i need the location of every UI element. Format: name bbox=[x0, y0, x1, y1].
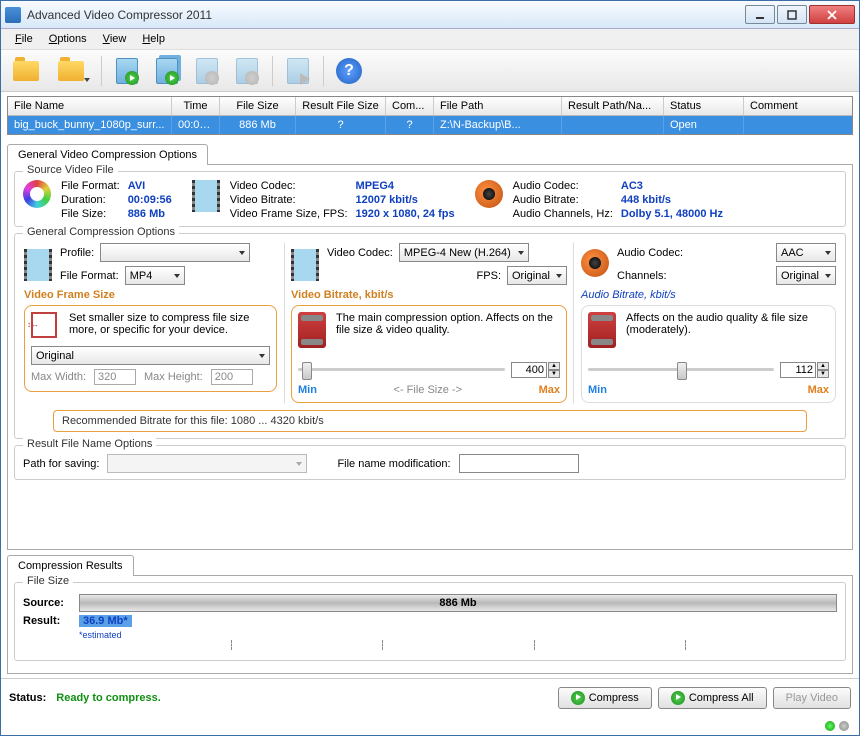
play-icon bbox=[671, 691, 685, 705]
open-folder-button[interactable] bbox=[47, 53, 95, 89]
max-width-input[interactable]: 320 bbox=[94, 369, 136, 385]
open-file-button[interactable] bbox=[7, 53, 45, 89]
col-comp[interactable]: Com... bbox=[386, 97, 434, 115]
acodec-combo[interactable]: AAC bbox=[776, 243, 836, 262]
resize-icon bbox=[31, 312, 61, 338]
format-combo[interactable]: MP4 bbox=[125, 266, 185, 285]
audio-bitrate-input[interactable]: ▲▼ bbox=[780, 362, 829, 378]
abr-title: Audio Bitrate, kbit/s bbox=[581, 289, 836, 301]
status-leds bbox=[1, 717, 859, 735]
maximize-button[interactable] bbox=[777, 5, 807, 24]
titlebar: Advanced Video Compressor 2011 bbox=[1, 1, 859, 29]
profile-combo[interactable] bbox=[100, 243, 250, 262]
col-comment[interactable]: Comment bbox=[744, 97, 852, 115]
audio-bitrate-slider[interactable] bbox=[588, 360, 774, 380]
menu-view[interactable]: View bbox=[95, 31, 135, 47]
led-green-icon bbox=[825, 721, 835, 731]
status-text: Ready to compress. bbox=[56, 692, 161, 704]
window-title: Advanced Video Compressor 2011 bbox=[27, 8, 745, 22]
compress-button[interactable] bbox=[108, 53, 146, 89]
clamp-icon bbox=[298, 312, 328, 348]
play-icon bbox=[571, 691, 585, 705]
group-result-filename: Result File Name Options Path for saving… bbox=[14, 445, 846, 480]
film-icon bbox=[24, 249, 54, 279]
play-video-button: Play Video bbox=[773, 687, 851, 709]
col-filename[interactable]: File Name bbox=[8, 97, 172, 115]
col-rpath[interactable]: Result Path/Na... bbox=[562, 97, 664, 115]
stop-button bbox=[228, 53, 266, 89]
video-bitrate-slider[interactable] bbox=[298, 360, 505, 380]
max-height-input[interactable]: 200 bbox=[211, 369, 253, 385]
status-bar: Status: Ready to compress. Compress Comp… bbox=[1, 678, 859, 717]
compress-all-button[interactable]: Compress All bbox=[658, 687, 767, 709]
table-row[interactable]: big_buck_bunny_1080p_surr... 00:09... 88… bbox=[8, 116, 852, 134]
close-button[interactable] bbox=[809, 5, 855, 24]
compress-all-button[interactable] bbox=[148, 53, 186, 89]
col-status[interactable]: Status bbox=[664, 97, 744, 115]
help-button[interactable]: ? bbox=[330, 53, 368, 89]
fps-combo[interactable]: Original bbox=[507, 266, 567, 285]
app-icon bbox=[5, 7, 21, 23]
col-rsize[interactable]: Result File Size bbox=[296, 97, 386, 115]
menu-file[interactable]: File bbox=[7, 31, 41, 47]
tab-general[interactable]: General Video Compression Options bbox=[7, 144, 208, 165]
col-time[interactable]: Time bbox=[172, 97, 220, 115]
menu-help[interactable]: Help bbox=[134, 31, 173, 47]
pause-button bbox=[188, 53, 226, 89]
source-size-bar: 886 Mb bbox=[79, 594, 837, 612]
film-icon bbox=[192, 180, 222, 210]
save-path-combo[interactable] bbox=[107, 454, 307, 473]
result-size-value: 36.9 Mb* bbox=[79, 615, 132, 627]
tab-results[interactable]: Compression Results bbox=[7, 555, 134, 576]
speaker-icon bbox=[475, 180, 505, 210]
file-grid: File Name Time File Size Result File Siz… bbox=[7, 96, 853, 135]
recommended-bitrate: Recommended Bitrate for this file: 1080 … bbox=[53, 410, 807, 432]
speaker-icon bbox=[581, 249, 611, 279]
filename-mod-input[interactable] bbox=[459, 454, 579, 473]
play-video-button bbox=[279, 53, 317, 89]
group-source: Source Video File File Format:AVI Durati… bbox=[14, 171, 846, 227]
col-size[interactable]: File Size bbox=[220, 97, 296, 115]
group-gco: General Compression Options Profile: Fil… bbox=[14, 233, 846, 439]
menu-options[interactable]: Options bbox=[41, 31, 95, 47]
grid-header: File Name Time File Size Result File Siz… bbox=[8, 97, 852, 116]
menubar: File Options View Help bbox=[1, 29, 859, 50]
vcodec-combo[interactable]: MPEG-4 New (H.264) bbox=[399, 243, 529, 262]
channels-combo[interactable]: Original bbox=[776, 266, 836, 285]
frame-size-combo[interactable]: Original bbox=[31, 346, 270, 365]
clamp-icon bbox=[588, 312, 618, 348]
film-icon bbox=[291, 249, 321, 279]
vfs-title: Video Frame Size bbox=[24, 289, 277, 301]
col-path[interactable]: File Path bbox=[434, 97, 562, 115]
vbr-title: Video Bitrate, kbit/s bbox=[291, 289, 567, 301]
video-bitrate-input[interactable]: ▲▼ bbox=[511, 362, 560, 378]
compress-button[interactable]: Compress bbox=[558, 687, 652, 709]
video-wheel-icon bbox=[23, 180, 53, 210]
led-off-icon bbox=[839, 721, 849, 731]
toolbar: ? bbox=[1, 50, 859, 92]
minimize-button[interactable] bbox=[745, 5, 775, 24]
group-filesize: File Size Source:886 Mb Result:36.9 Mb* … bbox=[14, 582, 846, 661]
